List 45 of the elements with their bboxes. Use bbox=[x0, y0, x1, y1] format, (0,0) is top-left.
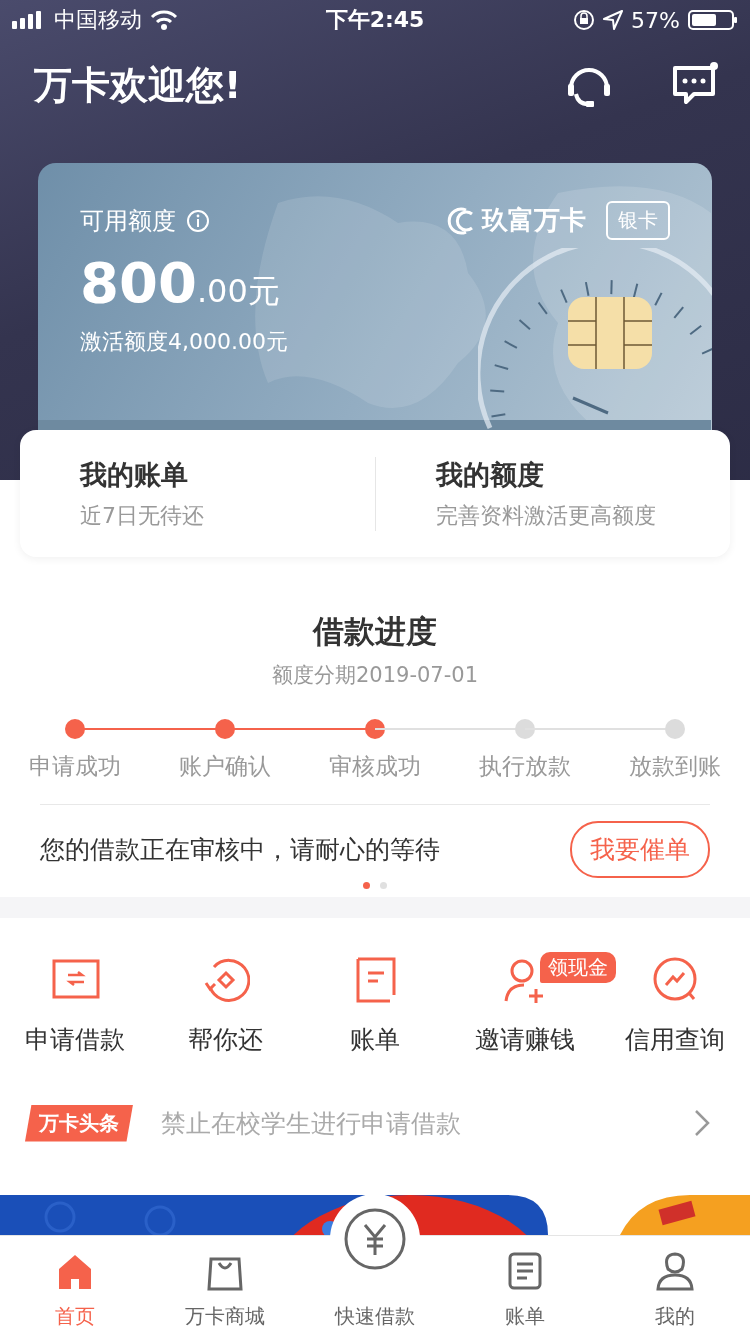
clock-time: 下午2:45 bbox=[325, 7, 425, 32]
loan-subtitle: 额度分期2019-07-01 bbox=[270, 662, 479, 689]
summary-title[interactable]: 我的额度 bbox=[435, 456, 730, 493]
person-icon bbox=[655, 1251, 695, 1291]
info-icon[interactable] bbox=[186, 208, 210, 233]
urge-button[interactable]: 我要催单 bbox=[570, 821, 710, 878]
chevron-right-icon[interactable] bbox=[694, 1109, 710, 1137]
battery-percent: 57% bbox=[631, 7, 680, 33]
brand-name: 玖富万卡 bbox=[482, 204, 586, 237]
credit-card[interactable]: 可用额度 玖富万卡 银卡 800.00元 激活额度4,000.00元 bbox=[38, 163, 712, 430]
step-label: 申请成功 bbox=[29, 752, 121, 781]
tab-item[interactable]: 快速借款 bbox=[300, 1194, 450, 1334]
shortcut-item[interactable]: 账单 bbox=[350, 1023, 400, 1056]
activation-credit: 激活额度4,000.00元 bbox=[80, 328, 289, 356]
location-arrow-icon bbox=[603, 10, 624, 30]
shortcut-item[interactable]: 邀请赚钱 bbox=[475, 1023, 575, 1056]
step-label: 执行放款 bbox=[479, 752, 571, 781]
yuan-icon[interactable] bbox=[343, 1207, 407, 1271]
card-tier-tag: 银卡 bbox=[606, 201, 670, 240]
tab-item[interactable]: 账单 bbox=[450, 1236, 600, 1334]
section-title: 借款进度 bbox=[311, 612, 438, 651]
headline-tag: 万卡头条 bbox=[25, 1104, 133, 1142]
step-label: 放款到账 bbox=[629, 752, 721, 781]
tab-item[interactable]: 首页 bbox=[0, 1236, 150, 1334]
step-label: 审核成功 bbox=[329, 752, 421, 781]
credit-amount: 800.00元 bbox=[80, 250, 281, 315]
battery-icon bbox=[688, 9, 738, 31]
shortcut-item[interactable]: 帮你还 bbox=[187, 1023, 263, 1056]
wifi-icon bbox=[150, 10, 178, 30]
shortcut-item[interactable]: 信用查询 bbox=[625, 1023, 725, 1056]
cash-badge: 领现金 bbox=[540, 952, 616, 983]
summary-subtitle: 完善资料激活更高额度 bbox=[435, 501, 657, 530]
step-label: 账户确认 bbox=[179, 752, 271, 781]
tab-item[interactable]: 我的 bbox=[600, 1236, 750, 1334]
carrier-name: 中国移动 bbox=[54, 6, 142, 34]
message-icon[interactable] bbox=[672, 64, 716, 106]
available-credit-label: 可用额度 bbox=[80, 205, 176, 237]
summary-title[interactable]: 我的账单 bbox=[80, 456, 375, 493]
status-message: 您的借款正在审核中，请耐心的等待 bbox=[40, 834, 441, 866]
summary-subtitle: 近7日无待还 bbox=[80, 501, 205, 530]
welcome-title: 万卡欢迎您! bbox=[34, 61, 243, 109]
shortcut-item[interactable]: 申请借款 bbox=[25, 1023, 125, 1056]
rotation-lock-icon bbox=[573, 9, 596, 31]
chip-icon bbox=[568, 297, 652, 369]
tab-item[interactable]: 万卡商城 bbox=[150, 1236, 300, 1334]
